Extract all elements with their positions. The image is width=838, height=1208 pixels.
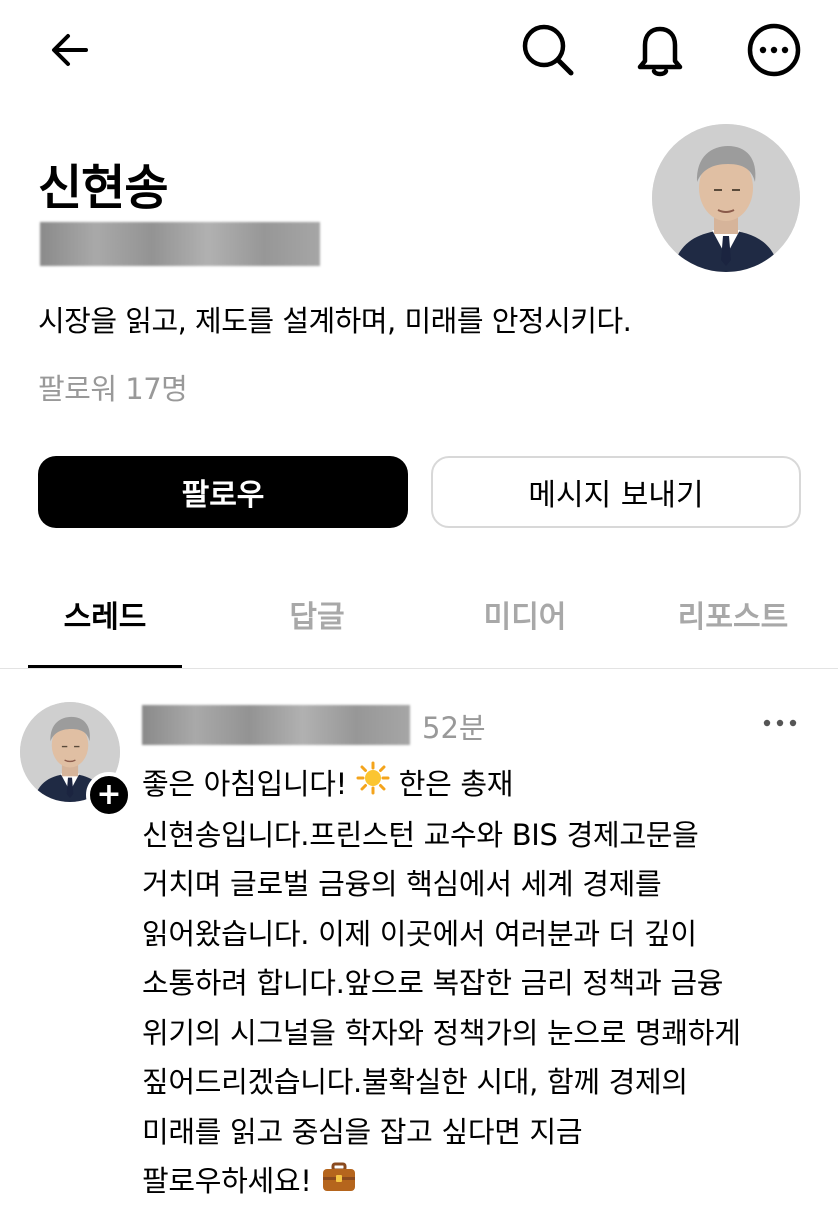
- briefcase-emoji-icon: [321, 1159, 357, 1208]
- tab-media[interactable]: 미디어: [430, 592, 620, 636]
- profile-bio: 시장을 읽고, 제도를 설계하며, 미래를 안정시키다.: [38, 298, 631, 340]
- search-button[interactable]: [518, 20, 578, 80]
- tab-replies[interactable]: 답글: [222, 592, 412, 636]
- plus-icon: +: [96, 780, 121, 810]
- post-more-button[interactable]: [760, 708, 800, 738]
- profile-avatar[interactable]: [652, 124, 800, 272]
- arrow-left-icon: [48, 28, 92, 72]
- profile-name: 신현송: [38, 148, 167, 218]
- post-timestamp: 52분: [422, 705, 486, 747]
- follow-plus-button[interactable]: +: [86, 772, 132, 818]
- back-button[interactable]: [40, 20, 100, 80]
- followers-count[interactable]: 팔로워 17명: [38, 366, 187, 408]
- follow-button[interactable]: 팔로우: [38, 456, 408, 528]
- more-horizontal-icon: [762, 718, 798, 728]
- search-icon: [519, 21, 577, 79]
- more-horizontal-icon: [745, 21, 803, 79]
- post-body: 좋은 아침입니다! 한은 총재 신현송입니다.프린스턴 교수와 BIS 경제고문…: [142, 760, 822, 1208]
- post-text-body: 한은 총재 신현송입니다.프린스턴 교수와 BIS 경제고문을 거치며 글로벌 …: [142, 767, 741, 1198]
- send-message-button[interactable]: 메시지 보내기: [431, 456, 801, 528]
- bell-icon: [633, 21, 687, 79]
- redacted-author-name: [142, 705, 410, 745]
- tab-divider: [0, 668, 838, 669]
- redacted-handle: [40, 222, 320, 266]
- more-options-button[interactable]: [744, 20, 804, 80]
- sun-emoji-icon: [356, 761, 390, 811]
- tab-threads[interactable]: 스레드: [10, 592, 200, 636]
- portrait-image: [652, 124, 800, 272]
- tab-reposts[interactable]: 리포스트: [638, 592, 828, 636]
- post-text-intro: 좋은 아침입니다!: [142, 767, 356, 801]
- notifications-button[interactable]: [630, 20, 690, 80]
